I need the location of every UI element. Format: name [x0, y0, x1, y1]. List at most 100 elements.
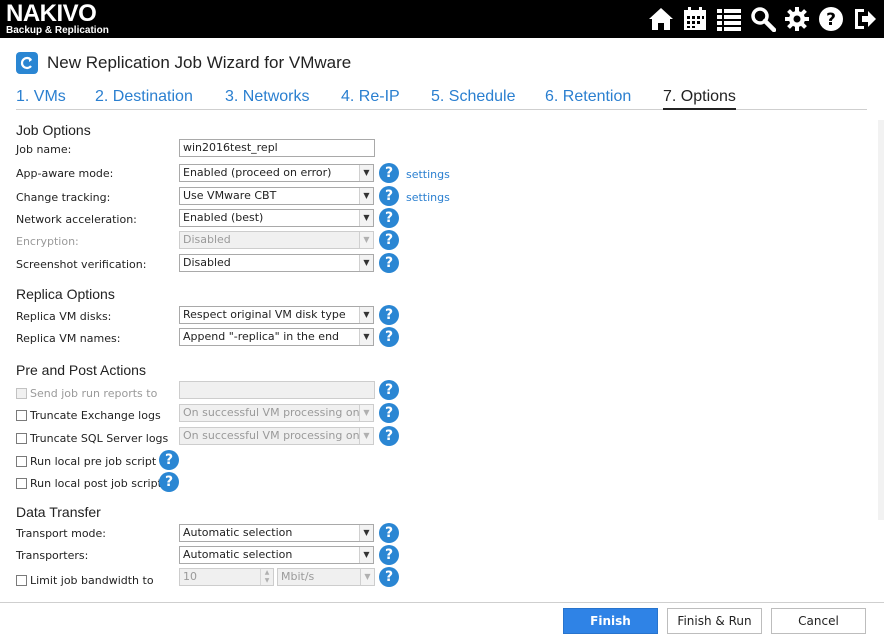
truncate-sql-help-icon[interactable]: ? [379, 426, 399, 446]
logo-name: NAKIVO [6, 0, 97, 27]
chevron-down-icon: ▼ [359, 232, 373, 248]
transport-mode-help-icon[interactable]: ? [379, 523, 399, 543]
chevron-down-icon: ▼ [359, 255, 373, 271]
network-acceleration-help-icon[interactable]: ? [379, 208, 399, 228]
replica-disks-label: Replica VM disks: [16, 310, 112, 323]
list-icon[interactable] [714, 4, 744, 34]
change-tracking-label: Change tracking: [16, 191, 111, 204]
tab-networks[interactable]: 3. Networks [225, 86, 309, 108]
bandwidth-checkbox[interactable] [16, 575, 27, 586]
truncate-sql-checkbox[interactable] [16, 433, 27, 444]
truncate-sql-select: On successful VM processing only ▼ [179, 427, 374, 445]
truncate-exchange-help-icon[interactable]: ? [379, 403, 399, 423]
pre-post-actions-heading: Pre and Post Actions [16, 362, 146, 378]
bandwidth-value: 10 [183, 570, 197, 583]
truncate-exchange-select: On successful VM processing only ▼ [179, 404, 374, 422]
post-script-checkbox-row[interactable]: Run local post job script [16, 477, 162, 490]
change-tracking-select[interactable]: Use VMware CBT ▼ [179, 187, 374, 205]
screenshot-verification-select[interactable]: Disabled ▼ [179, 254, 374, 272]
network-acceleration-select[interactable]: Enabled (best) ▼ [179, 209, 374, 227]
truncate-sql-checkbox-row[interactable]: Truncate SQL Server logs [16, 432, 168, 445]
replication-job-icon [16, 52, 38, 74]
pre-script-label: Run local pre job script [30, 455, 157, 468]
tab-schedule[interactable]: 5. Schedule [431, 86, 516, 108]
footer-divider [0, 602, 884, 603]
pre-script-checkbox-row[interactable]: Run local pre job script [16, 455, 156, 468]
send-reports-checkbox [16, 388, 27, 399]
app-aware-help-icon[interactable]: ? [379, 163, 399, 183]
logout-icon[interactable] [850, 4, 880, 34]
chevron-down-icon: ▼ [359, 188, 373, 204]
logo-subtitle: Backup & Replication [6, 25, 109, 36]
truncate-exchange-checkbox[interactable] [16, 410, 27, 421]
bandwidth-label: Limit job bandwidth to [30, 574, 154, 587]
replica-disks-help-icon[interactable]: ? [379, 305, 399, 325]
bandwidth-checkbox-row[interactable]: Limit job bandwidth to [16, 574, 154, 587]
spinner-arrows-icon: ▲ ▼ [260, 569, 273, 585]
nakivo-logo[interactable]: NAKIVO Backup & Replication [6, 0, 109, 37]
chevron-down-icon: ▼ [359, 210, 373, 226]
replica-names-value: Append "-replica" in the end [183, 330, 340, 343]
replica-names-label: Replica VM names: [16, 332, 121, 345]
truncate-exchange-label: Truncate Exchange logs [30, 409, 161, 422]
chevron-down-icon: ▼ [359, 165, 373, 181]
tab-re-ip[interactable]: 4. Re-IP [341, 86, 400, 108]
app-aware-select[interactable]: Enabled (proceed on error) ▼ [179, 164, 374, 182]
transport-mode-select[interactable]: Automatic selection ▼ [179, 524, 374, 542]
truncate-exchange-checkbox-row[interactable]: Truncate Exchange logs [16, 409, 161, 422]
home-icon[interactable] [646, 4, 676, 34]
tab-vms[interactable]: 1. VMs [16, 86, 66, 108]
encryption-help-icon[interactable]: ? [379, 230, 399, 250]
help-icon[interactable]: ? [816, 4, 846, 34]
top-bar: NAKIVO Backup & Replication ? [0, 0, 884, 38]
gear-icon[interactable] [782, 4, 812, 34]
truncate-exchange-value: On successful VM processing only [183, 406, 370, 419]
replica-options-heading: Replica Options [16, 286, 115, 302]
post-script-label: Run local post job script [30, 477, 162, 490]
transporters-select[interactable]: Automatic selection ▼ [179, 546, 374, 564]
search-icon[interactable] [748, 4, 778, 34]
bandwidth-help-icon[interactable]: ? [379, 567, 399, 587]
transport-mode-value: Automatic selection [183, 526, 293, 539]
tab-destination[interactable]: 2. Destination [95, 86, 193, 108]
network-acceleration-value: Enabled (best) [183, 211, 264, 224]
pre-script-checkbox[interactable] [16, 456, 27, 467]
screenshot-verification-help-icon[interactable]: ? [379, 253, 399, 273]
finish-and-run-button[interactable]: Finish & Run [667, 608, 762, 634]
replica-disks-select[interactable]: Respect original VM disk type ▼ [179, 306, 374, 324]
job-name-input[interactable]: win2016test_repl [179, 139, 375, 157]
change-tracking-settings-link[interactable]: settings [406, 191, 450, 204]
post-script-help-icon[interactable]: ? [159, 472, 179, 492]
chevron-down-icon: ▼ [359, 329, 373, 345]
pre-script-help-icon[interactable]: ? [159, 450, 179, 470]
replica-names-select[interactable]: Append "-replica" in the end ▼ [179, 328, 374, 346]
chevron-down-icon: ▼ [359, 307, 373, 323]
app-aware-value: Enabled (proceed on error) [183, 166, 332, 179]
bandwidth-unit-select: Mbit/s ▼ [277, 568, 375, 586]
chevron-down-icon: ▼ [360, 569, 374, 585]
replica-names-help-icon[interactable]: ? [379, 327, 399, 347]
bandwidth-unit-value: Mbit/s [281, 570, 315, 583]
truncate-sql-value: On successful VM processing only [183, 429, 370, 442]
send-reports-help-icon[interactable]: ? [379, 380, 399, 400]
finish-button[interactable]: Finish [563, 608, 658, 634]
change-tracking-help-icon[interactable]: ? [379, 186, 399, 206]
chevron-down-icon: ▼ [359, 547, 373, 563]
wizard-title: New Replication Job Wizard for VMware [47, 53, 352, 72]
calendar-icon[interactable] [680, 4, 710, 34]
tab-options[interactable]: 7. Options [663, 86, 736, 110]
screenshot-verification-value: Disabled [183, 256, 231, 269]
truncate-sql-label: Truncate SQL Server logs [30, 432, 169, 445]
scrollbar-track[interactable] [878, 120, 884, 520]
screenshot-verification-label: Screenshot verification: [16, 258, 147, 271]
transporters-help-icon[interactable]: ? [379, 545, 399, 565]
send-reports-label: Send job run reports to [30, 387, 158, 400]
bandwidth-spinner: 10 ▲ ▼ [179, 568, 274, 586]
wizard-steps: 1. VMs 2. Destination 3. Networks 4. Re-… [16, 86, 867, 110]
tab-retention[interactable]: 6. Retention [545, 86, 631, 108]
cancel-button[interactable]: Cancel [771, 608, 866, 634]
send-reports-input [179, 381, 375, 399]
post-script-checkbox[interactable] [16, 478, 27, 489]
encryption-select: Disabled ▼ [179, 231, 374, 249]
app-aware-settings-link[interactable]: settings [406, 168, 450, 181]
